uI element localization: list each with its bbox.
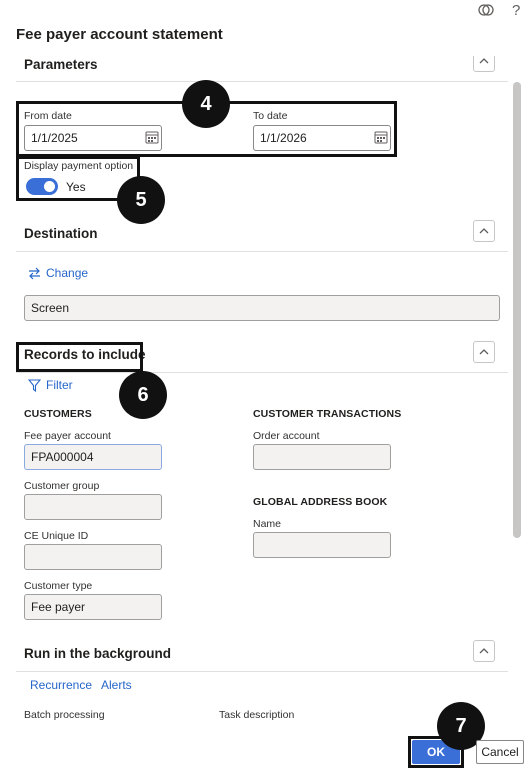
destination-field[interactable]: Screen (24, 295, 500, 321)
customer-transactions-heading: CUSTOMER TRANSACTIONS (253, 408, 402, 420)
name-input[interactable] (253, 532, 391, 558)
chevron-up-icon (479, 349, 489, 355)
destination-value: Screen (31, 301, 70, 315)
alerts-link[interactable]: Alerts (101, 678, 132, 692)
customer-type-value: Fee payer (31, 600, 86, 614)
filter-icon (28, 378, 41, 392)
callout-6: 6 (119, 371, 167, 419)
vertical-scrollbar[interactable] (513, 82, 521, 538)
customers-heading: CUSTOMERS (24, 408, 92, 420)
order-account-label: Order account (253, 430, 320, 442)
section-divider (16, 81, 508, 82)
customer-group-input[interactable] (24, 494, 162, 520)
recurrence-link-label: Recurrence (30, 678, 93, 692)
callout-highlight-records (16, 342, 143, 372)
section-divider (16, 251, 508, 252)
chevron-up-icon (479, 58, 489, 64)
callout-4: 4 (182, 80, 230, 128)
callout-5: 5 (117, 176, 165, 224)
background-collapse-button[interactable] (473, 640, 495, 662)
parameters-section-title: Parameters (24, 57, 98, 72)
name-label: Name (253, 518, 282, 530)
ce-unique-id-input[interactable] (24, 544, 162, 570)
microsoft-365-icon[interactable] (478, 2, 494, 21)
background-section-title: Run in the background (24, 646, 171, 661)
records-collapse-button[interactable] (473, 341, 495, 363)
alerts-link-label: Alerts (101, 678, 132, 692)
chevron-up-icon (479, 648, 489, 654)
change-link-label: Change (46, 266, 89, 280)
customer-group-label: Customer group (24, 480, 100, 492)
swap-arrows-icon (29, 267, 40, 279)
chevron-up-icon (479, 228, 489, 234)
ce-unique-id-label: CE Unique ID (24, 530, 89, 542)
recurrence-link[interactable]: Recurrence (30, 678, 92, 692)
customer-type-label: Customer type (24, 580, 93, 592)
destination-collapse-button[interactable] (473, 220, 495, 242)
cancel-button[interactable]: Cancel (476, 740, 524, 764)
help-icon[interactable]: ? (512, 2, 520, 19)
filter-link-label: Filter (46, 378, 73, 392)
task-description-label: Task description (219, 709, 295, 721)
dialog-title: Fee payer account statement (16, 26, 223, 43)
order-account-input[interactable] (253, 444, 391, 470)
global-address-book-heading: GLOBAL ADDRESS BOOK (253, 496, 388, 508)
section-divider (16, 671, 508, 672)
fee-payer-account-label: Fee payer account (24, 430, 111, 442)
fee-payer-account-value: FPA000004 (31, 450, 94, 464)
batch-processing-label: Batch processing (24, 709, 105, 721)
filter-link[interactable]: Filter (28, 378, 73, 392)
customer-type-input[interactable]: Fee payer (24, 594, 162, 620)
section-divider (16, 372, 508, 373)
fee-payer-account-input[interactable]: FPA000004 (24, 444, 162, 470)
change-link[interactable]: Change (28, 266, 88, 280)
parameters-collapse-button[interactable] (473, 56, 495, 72)
destination-section-title: Destination (24, 226, 98, 241)
